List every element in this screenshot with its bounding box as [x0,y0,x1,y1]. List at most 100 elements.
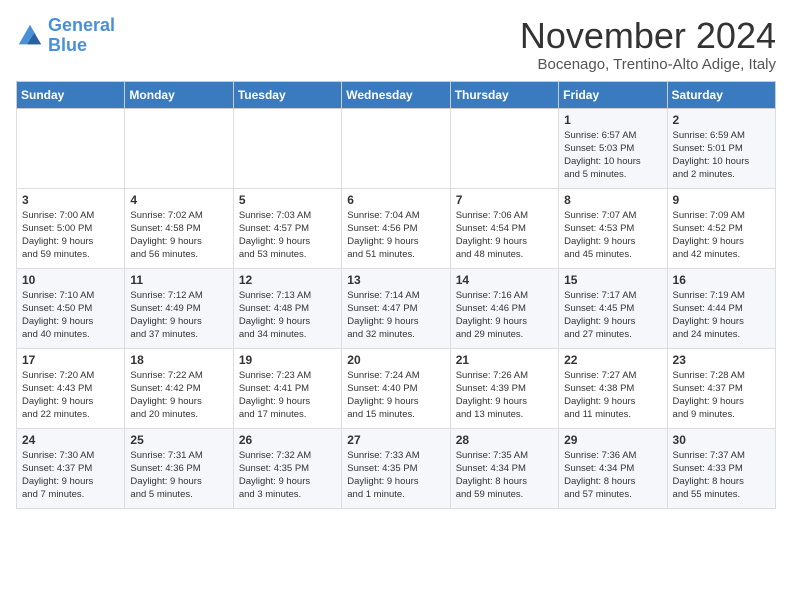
calendar-cell [342,108,450,188]
calendar-cell: 4 Sunrise: 7:02 AM Sunset: 4:58 PM Daylig… [125,188,233,268]
day-info: Sunrise: 7:04 AM Sunset: 4:56 PM Dayligh… [347,209,444,262]
day-info: Sunrise: 7:14 AM Sunset: 4:47 PM Dayligh… [347,289,444,342]
day-number: 23 [673,353,770,367]
calendar-cell: 25 Sunrise: 7:31 AM Sunset: 4:36 PM Dayli… [125,428,233,508]
calendar-cell: 26Sunrise: 7:32 AM Sunset: 4:35 PM Dayli… [233,428,341,508]
calendar-cell: 8 Sunrise: 7:07 AM Sunset: 4:53 PM Daylig… [559,188,667,268]
month-title: November 2024 [520,16,776,56]
calendar-table: SundayMondayTuesdayWednesdayThursdayFrid… [16,81,776,509]
day-info: Sunrise: 7:19 AM Sunset: 4:44 PM Dayligh… [673,289,770,342]
day-info: Sunrise: 7:00 AM Sunset: 5:00 PM Dayligh… [22,209,119,262]
calendar-week-row: 10Sunrise: 7:10 AM Sunset: 4:50 PM Dayli… [17,268,776,348]
calendar-cell: 20Sunrise: 7:24 AM Sunset: 4:40 PM Dayli… [342,348,450,428]
calendar-cell: 1Sunrise: 6:57 AM Sunset: 5:03 PM Daylig… [559,108,667,188]
day-info: Sunrise: 7:32 AM Sunset: 4:35 PM Dayligh… [239,449,336,502]
calendar-cell: 28 Sunrise: 7:35 AM Sunset: 4:34 PM Dayli… [450,428,558,508]
day-info: Sunrise: 6:59 AM Sunset: 5:01 PM Dayligh… [673,129,770,182]
day-info: Sunrise: 7:09 AM Sunset: 4:52 PM Dayligh… [673,209,770,262]
day-number: 25 [130,433,227,447]
calendar-cell: 22 Sunrise: 7:27 AM Sunset: 4:38 PM Dayli… [559,348,667,428]
calendar-cell: 9 Sunrise: 7:09 AM Sunset: 4:52 PM Daylig… [667,188,775,268]
day-number: 4 [130,193,227,207]
calendar-cell: 29 Sunrise: 7:36 AM Sunset: 4:34 PM Dayli… [559,428,667,508]
day-info: Sunrise: 7:16 AM Sunset: 4:46 PM Dayligh… [456,289,553,342]
day-number: 8 [564,193,661,207]
day-info: Sunrise: 7:36 AM Sunset: 4:34 PM Dayligh… [564,449,661,502]
day-number: 5 [239,193,336,207]
calendar-cell: 13 Sunrise: 7:14 AM Sunset: 4:47 PM Dayli… [342,268,450,348]
day-number: 22 [564,353,661,367]
logo: General Blue [16,16,115,56]
day-info: Sunrise: 7:07 AM Sunset: 4:53 PM Dayligh… [564,209,661,262]
day-info: Sunrise: 7:26 AM Sunset: 4:39 PM Dayligh… [456,369,553,422]
weekday-header: Sunday [17,81,125,108]
day-number: 28 [456,433,553,447]
title-area: November 2024 Bocenago, Trentino-Alto Ad… [520,16,776,73]
day-info: Sunrise: 7:27 AM Sunset: 4:38 PM Dayligh… [564,369,661,422]
day-info: Sunrise: 7:33 AM Sunset: 4:35 PM Dayligh… [347,449,444,502]
day-number: 14 [456,273,553,287]
calendar-cell: 27 Sunrise: 7:33 AM Sunset: 4:35 PM Dayli… [342,428,450,508]
calendar-cell: 5 Sunrise: 7:03 AM Sunset: 4:57 PM Daylig… [233,188,341,268]
day-number: 18 [130,353,227,367]
day-info: Sunrise: 7:20 AM Sunset: 4:43 PM Dayligh… [22,369,119,422]
weekday-header-row: SundayMondayTuesdayWednesdayThursdayFrid… [17,81,776,108]
calendar-cell: 10Sunrise: 7:10 AM Sunset: 4:50 PM Dayli… [17,268,125,348]
day-number: 15 [564,273,661,287]
day-number: 24 [22,433,119,447]
day-number: 30 [673,433,770,447]
calendar-cell [125,108,233,188]
calendar-cell: 6 Sunrise: 7:04 AM Sunset: 4:56 PM Daylig… [342,188,450,268]
weekday-header: Friday [559,81,667,108]
logo-line2: Blue [48,35,87,55]
day-info: Sunrise: 7:31 AM Sunset: 4:36 PM Dayligh… [130,449,227,502]
day-number: 11 [130,273,227,287]
calendar-cell: 15 Sunrise: 7:17 AM Sunset: 4:45 PM Dayli… [559,268,667,348]
day-number: 9 [673,193,770,207]
day-number: 20 [347,353,444,367]
day-info: Sunrise: 7:13 AM Sunset: 4:48 PM Dayligh… [239,289,336,342]
day-info: Sunrise: 7:35 AM Sunset: 4:34 PM Dayligh… [456,449,553,502]
weekday-header: Saturday [667,81,775,108]
calendar-week-row: 1Sunrise: 6:57 AM Sunset: 5:03 PM Daylig… [17,108,776,188]
calendar-cell: 14 Sunrise: 7:16 AM Sunset: 4:46 PM Dayli… [450,268,558,348]
location: Bocenago, Trentino-Alto Adige, Italy [520,56,776,73]
page-header: General Blue November 2024 Bocenago, Tre… [16,16,776,73]
weekday-header: Tuesday [233,81,341,108]
calendar-cell: 11Sunrise: 7:12 AM Sunset: 4:49 PM Dayli… [125,268,233,348]
calendar-cell [17,108,125,188]
day-info: Sunrise: 6:57 AM Sunset: 5:03 PM Dayligh… [564,129,661,182]
day-number: 27 [347,433,444,447]
calendar-cell: 30 Sunrise: 7:37 AM Sunset: 4:33 PM Dayli… [667,428,775,508]
day-info: Sunrise: 7:37 AM Sunset: 4:33 PM Dayligh… [673,449,770,502]
day-info: Sunrise: 7:30 AM Sunset: 4:37 PM Dayligh… [22,449,119,502]
day-info: Sunrise: 7:10 AM Sunset: 4:50 PM Dayligh… [22,289,119,342]
day-info: Sunrise: 7:23 AM Sunset: 4:41 PM Dayligh… [239,369,336,422]
day-number: 19 [239,353,336,367]
day-number: 6 [347,193,444,207]
calendar-week-row: 3 Sunrise: 7:00 AM Sunset: 5:00 PM Daylig… [17,188,776,268]
day-info: Sunrise: 7:06 AM Sunset: 4:54 PM Dayligh… [456,209,553,262]
day-number: 16 [673,273,770,287]
day-number: 3 [22,193,119,207]
calendar-cell [233,108,341,188]
calendar-cell: 24 Sunrise: 7:30 AM Sunset: 4:37 PM Dayli… [17,428,125,508]
calendar-cell: 2 Sunrise: 6:59 AM Sunset: 5:01 PM Daylig… [667,108,775,188]
weekday-header: Monday [125,81,233,108]
calendar-week-row: 17Sunrise: 7:20 AM Sunset: 4:43 PM Dayli… [17,348,776,428]
day-number: 29 [564,433,661,447]
day-number: 21 [456,353,553,367]
day-number: 12 [239,273,336,287]
day-info: Sunrise: 7:03 AM Sunset: 4:57 PM Dayligh… [239,209,336,262]
day-number: 2 [673,113,770,127]
calendar-cell [450,108,558,188]
day-info: Sunrise: 7:28 AM Sunset: 4:37 PM Dayligh… [673,369,770,422]
day-number: 13 [347,273,444,287]
day-info: Sunrise: 7:02 AM Sunset: 4:58 PM Dayligh… [130,209,227,262]
calendar-cell: 16 Sunrise: 7:19 AM Sunset: 4:44 PM Dayli… [667,268,775,348]
calendar-week-row: 24 Sunrise: 7:30 AM Sunset: 4:37 PM Dayli… [17,428,776,508]
calendar-cell: 7Sunrise: 7:06 AM Sunset: 4:54 PM Daylig… [450,188,558,268]
calendar-cell: 12 Sunrise: 7:13 AM Sunset: 4:48 PM Dayli… [233,268,341,348]
logo-line1: General [48,15,115,35]
day-info: Sunrise: 7:17 AM Sunset: 4:45 PM Dayligh… [564,289,661,342]
